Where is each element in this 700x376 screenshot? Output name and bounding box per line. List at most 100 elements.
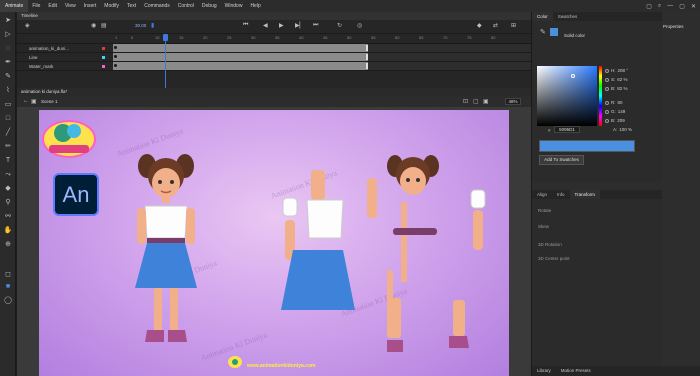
- blue-value[interactable]: 209: [617, 118, 625, 123]
- alpha-value[interactable]: 100 %: [619, 127, 632, 132]
- pencil-tool-icon[interactable]: ✏: [3, 142, 13, 152]
- b-value[interactable]: 82 %: [617, 86, 627, 91]
- maximize-button[interactable]: ▢: [679, 3, 685, 10]
- hsb-radio[interactable]: [605, 77, 609, 82]
- text-tool-icon[interactable]: T: [3, 156, 13, 166]
- fill-color-icon[interactable]: ■: [3, 282, 13, 292]
- app-name[interactable]: Animate: [0, 0, 29, 12]
- tween-icon[interactable]: ⇄: [493, 22, 498, 29]
- go-last-frame-icon[interactable]: ⏭: [313, 22, 318, 29]
- menu-modify[interactable]: Modify: [100, 3, 123, 9]
- layer-color-icon[interactable]: [102, 56, 105, 59]
- eraser-tool-icon[interactable]: ▭: [3, 100, 13, 110]
- character-parts[interactable]: [271, 170, 381, 370]
- frame-grid[interactable]: 1 5 10 15 20 25 30 35 40 45 50 55 60 65 …: [113, 34, 531, 88]
- character-head-parts[interactable]: [387, 150, 497, 365]
- frame-row[interactable]: [113, 44, 531, 53]
- minimize-button[interactable]: —: [667, 3, 673, 9]
- hsb-radio[interactable]: [605, 86, 609, 91]
- belt-part[interactable]: [393, 226, 437, 238]
- line-tool-icon[interactable]: ╱: [3, 128, 13, 138]
- menu-control[interactable]: Control: [174, 3, 198, 9]
- back-arrow-icon[interactable]: ←: [23, 98, 29, 104]
- rgb-radio[interactable]: [605, 100, 609, 105]
- fill-swatch[interactable]: [550, 28, 558, 36]
- close-button[interactable]: ✕: [691, 3, 696, 10]
- menu-file[interactable]: File: [28, 3, 44, 9]
- hand-tool-icon[interactable]: ✋: [3, 226, 13, 236]
- tab-align[interactable]: Align: [532, 190, 552, 199]
- play-icon[interactable]: ▶: [279, 22, 284, 29]
- paint-brush-icon[interactable]: ⌇: [3, 86, 13, 96]
- menu-insert[interactable]: Insert: [80, 3, 101, 9]
- center-stage-icon[interactable]: ⊡: [463, 98, 468, 105]
- menu-edit[interactable]: Edit: [44, 3, 61, 9]
- layer-color-icon[interactable]: [102, 65, 105, 68]
- stroke-color-icon[interactable]: ◻: [3, 270, 13, 280]
- layer-row[interactable]: animation_ki_duni...: [17, 44, 113, 53]
- hue-slider[interactable]: [599, 66, 602, 126]
- tab-swatches[interactable]: Swatches: [553, 12, 583, 21]
- zoom-select[interactable]: 48%: [505, 98, 521, 105]
- timeline-tab[interactable]: Timeline: [17, 12, 531, 20]
- tab-library[interactable]: Library: [532, 366, 556, 376]
- layer-depth-icon[interactable]: ▤: [101, 22, 107, 29]
- clip-icon[interactable]: ▢: [473, 98, 479, 105]
- menu-commands[interactable]: Commands: [140, 3, 174, 9]
- layers-icon[interactable]: ◈: [25, 22, 30, 29]
- hsb-radio[interactable]: [605, 68, 609, 73]
- document-tab[interactable]: animation ki duniya.fla*: [17, 88, 531, 96]
- scene-name[interactable]: Scene 1: [41, 99, 58, 104]
- picker-cursor[interactable]: [571, 74, 575, 78]
- step-forward-icon[interactable]: ▶▏: [295, 22, 304, 29]
- loop-icon[interactable]: ↻: [337, 22, 342, 29]
- menu-text[interactable]: Text: [123, 3, 140, 9]
- tab-color[interactable]: Color: [532, 12, 553, 21]
- playhead-marker-icon[interactable]: ▮: [151, 22, 154, 29]
- layer-color-icon[interactable]: [102, 47, 105, 50]
- search-icon[interactable]: ⌕: [658, 3, 661, 10]
- menu-help[interactable]: Help: [246, 3, 264, 9]
- add-to-swatches-button[interactable]: Add To Swatches: [539, 155, 584, 165]
- menu-debug[interactable]: Debug: [198, 3, 221, 9]
- eyedropper-icon[interactable]: ⚲: [3, 198, 13, 208]
- rectangle-tool-icon[interactable]: □: [3, 114, 13, 124]
- properties-tab[interactable]: Properties: [663, 24, 684, 29]
- subselection-tool-icon[interactable]: ▷: [3, 30, 13, 40]
- workspace-icon[interactable]: ▢: [646, 3, 652, 10]
- tab-info[interactable]: Info: [552, 190, 570, 199]
- fill-type-select[interactable]: Solid color: [564, 33, 585, 38]
- menu-window[interactable]: Window: [221, 3, 247, 9]
- rgb-radio[interactable]: [605, 118, 609, 123]
- paint-bucket-icon[interactable]: ◆: [3, 184, 13, 194]
- layer-row[interactable]: Line: [17, 53, 113, 62]
- color-picker[interactable]: [537, 66, 597, 126]
- camera-icon[interactable]: ◉: [91, 22, 96, 29]
- tab-transform[interactable]: Transform: [569, 190, 600, 199]
- menu-view[interactable]: View: [61, 3, 80, 9]
- onion-skin-icon[interactable]: ◎: [357, 22, 362, 29]
- rgb-radio[interactable]: [605, 109, 609, 114]
- hex-input[interactable]: 5095D1: [554, 126, 580, 133]
- bone-tool-icon[interactable]: ⚯: [3, 212, 13, 222]
- frame-ruler[interactable]: 1 5 10 15 20 25 30 35 40 45 50 55 60 65 …: [113, 34, 531, 44]
- selection-tool-icon[interactable]: ➤: [3, 16, 13, 26]
- frame-row[interactable]: [113, 62, 531, 71]
- frame-row[interactable]: [113, 53, 531, 62]
- tab-motion-presets[interactable]: Motion Presets: [556, 366, 596, 376]
- g-value[interactable]: 149: [618, 109, 626, 114]
- width-tool-icon[interactable]: ⤳: [3, 170, 13, 180]
- h-value[interactable]: 208 °: [618, 68, 629, 73]
- lasso-tool-icon[interactable]: ◌: [3, 44, 13, 54]
- skew-label[interactable]: Skew: [538, 224, 549, 229]
- go-first-frame-icon[interactable]: ⏮: [243, 22, 248, 29]
- insert-keyframe-icon[interactable]: ◆: [477, 22, 482, 29]
- timeline-zoom-icon[interactable]: ⊞: [511, 22, 516, 29]
- zoom-tool-icon[interactable]: ⊕: [3, 240, 13, 250]
- pen-tool-icon[interactable]: ✒: [3, 58, 13, 68]
- step-back-icon[interactable]: ◀: [263, 22, 268, 29]
- stage-canvas[interactable]: Animation Ki Duniya Animation Ki Duniya …: [39, 110, 509, 376]
- stroke-icon[interactable]: ✎: [540, 28, 546, 36]
- s-value[interactable]: 62 %: [617, 77, 627, 82]
- character-full[interactable]: [131, 150, 201, 360]
